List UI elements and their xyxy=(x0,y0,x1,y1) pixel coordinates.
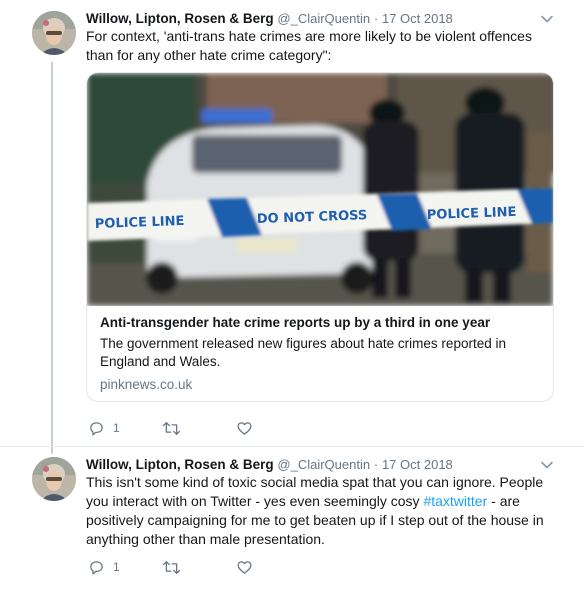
reply-count: 1 xyxy=(113,560,120,574)
like-button[interactable] xyxy=(236,558,253,576)
retweet-icon xyxy=(162,559,181,576)
hashtag-link[interactable]: #taxtwitter xyxy=(423,493,487,509)
author-handle[interactable]: @_ClairQuentin xyxy=(277,11,370,26)
tweet-header: Willow, Lipton, Rosen & Berg @_ClairQuen… xyxy=(86,456,453,474)
author-name[interactable]: Willow, Lipton, Rosen & Berg xyxy=(86,11,274,26)
header-separator: · xyxy=(373,457,379,472)
reply-icon xyxy=(88,559,105,576)
tweet[interactable]: Willow, Lipton, Rosen & Berg @_ClairQuen… xyxy=(0,10,584,440)
reply-button[interactable]: 1 xyxy=(88,558,120,576)
tape-text-left: POLICE LINE xyxy=(95,214,185,232)
card-body[interactable]: Anti-transgender hate crime reports up b… xyxy=(100,314,540,394)
author-handle[interactable]: @_ClairQuentin xyxy=(277,457,370,472)
card-image[interactable]: POLICE LINE DO NOT CROSS POLICE LINE xyxy=(87,73,553,306)
like-button[interactable] xyxy=(236,419,253,437)
reply-button[interactable]: 1 xyxy=(88,419,120,437)
card-title[interactable]: Anti-transgender hate crime reports up b… xyxy=(100,314,540,332)
tweet-date[interactable]: 17 Oct 2018 xyxy=(382,11,453,26)
tweet-date[interactable]: 17 Oct 2018 xyxy=(382,457,453,472)
card-domain[interactable]: pinknews.co.uk xyxy=(100,376,540,394)
header-separator: · xyxy=(373,11,379,26)
author-name[interactable]: Willow, Lipton, Rosen & Berg xyxy=(86,457,274,472)
reply-icon xyxy=(88,420,105,437)
retweet-button[interactable] xyxy=(162,419,181,437)
link-card[interactable]: POLICE LINE DO NOT CROSS POLICE LINE Ant… xyxy=(86,72,554,402)
tape-text-right: POLICE LINE xyxy=(427,205,517,223)
tweet-thread: Willow, Lipton, Rosen & Berg @_ClairQuen… xyxy=(0,0,584,591)
card-description: The government released new figures abou… xyxy=(100,336,506,369)
chevron-down-icon[interactable] xyxy=(540,458,554,472)
chevron-down-icon[interactable] xyxy=(540,12,554,26)
tweet-divider xyxy=(0,446,584,447)
tweet-text: For context, 'anti-trans hate crimes are… xyxy=(86,28,532,63)
tweet[interactable]: Willow, Lipton, Rosen & Berg @_ClairQuen… xyxy=(0,456,584,586)
heart-icon xyxy=(236,420,253,437)
tweet-actions: 1 xyxy=(86,558,386,578)
tweet-text: This isn't some kind of toxic social med… xyxy=(86,473,556,549)
retweet-button[interactable] xyxy=(162,558,181,576)
reply-count: 1 xyxy=(113,421,120,435)
avatar[interactable] xyxy=(32,457,76,501)
avatar[interactable] xyxy=(32,11,76,55)
retweet-icon xyxy=(162,420,181,437)
tweet-actions: 1 xyxy=(86,419,386,439)
heart-icon xyxy=(236,559,253,576)
tweet-header: Willow, Lipton, Rosen & Berg @_ClairQuen… xyxy=(86,10,453,28)
